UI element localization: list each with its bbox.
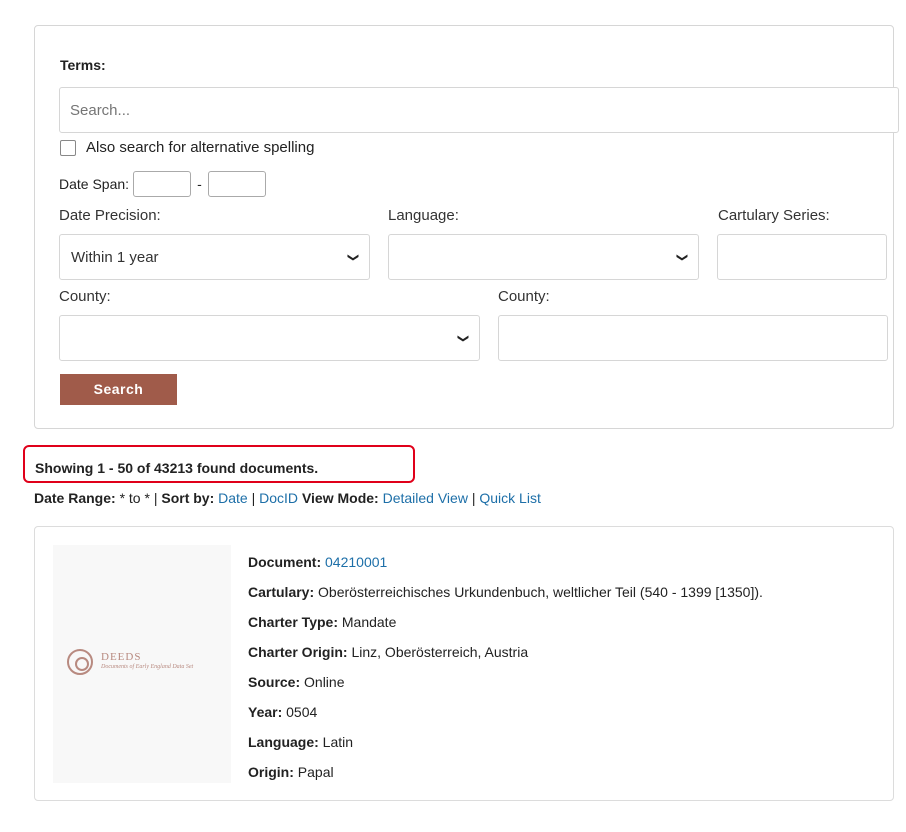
date-precision-label: Date Precision: bbox=[59, 207, 161, 224]
document-card: DEEDS Documents of Early England Data Se… bbox=[34, 526, 894, 801]
document-thumbnail[interactable]: DEEDS Documents of Early England Data Se… bbox=[53, 545, 231, 783]
meta-source: Source: Online bbox=[248, 674, 345, 690]
search-panel: Terms: Also search for alternative spell… bbox=[34, 25, 899, 429]
language-label: Language: bbox=[388, 207, 459, 224]
date-precision-select[interactable]: Within 1 year ❯ bbox=[59, 234, 370, 280]
cartulary-series-select[interactable] bbox=[717, 234, 887, 280]
date-precision-value: Within 1 year bbox=[71, 248, 159, 266]
date-range-value: * to * | bbox=[115, 490, 162, 506]
view-separator: | bbox=[467, 490, 480, 506]
alt-spelling-label: Also search for alternative spelling bbox=[86, 139, 315, 156]
chevron-down-icon: ❯ bbox=[456, 333, 469, 343]
document-id-link[interactable]: 04210001 bbox=[325, 554, 387, 570]
meta-language: Language: Latin bbox=[248, 734, 354, 750]
view-mode-label: View Mode: bbox=[301, 490, 379, 506]
county-select-2[interactable] bbox=[498, 315, 888, 361]
date-range-label: Date Range: bbox=[34, 490, 116, 506]
knot-icon bbox=[67, 649, 93, 675]
terms-label: Terms: bbox=[60, 57, 106, 73]
cartulary-series-label: Cartulary Series: bbox=[718, 207, 830, 224]
results-summary: Showing 1 - 50 of 43213 found documents. bbox=[35, 460, 319, 476]
view-detailed-link[interactable]: Detailed View bbox=[383, 490, 468, 506]
date-span-label: Date Span: bbox=[59, 176, 130, 192]
meta-origin: Origin: Papal bbox=[248, 764, 334, 780]
sort-by-label: Sort by: bbox=[161, 490, 215, 506]
meta-year: Year: 0504 bbox=[248, 704, 318, 720]
meta-cartulary: Cartulary: Oberösterreichisches Urkunden… bbox=[248, 584, 763, 600]
county-label-1: County: bbox=[59, 288, 111, 305]
date-span-separator: - bbox=[197, 176, 202, 192]
search-button[interactable]: Search bbox=[60, 374, 177, 405]
county-label-2: County: bbox=[498, 288, 550, 305]
results-controls: Date Range: * to * | Sort by: Date | Doc… bbox=[34, 490, 541, 506]
logo-subtitle: Documents of Early England Data Set bbox=[101, 664, 194, 670]
county-select-1[interactable]: ❯ bbox=[59, 315, 480, 361]
chevron-down-icon: ❯ bbox=[346, 252, 359, 262]
sort-separator: | bbox=[247, 490, 260, 506]
sort-date-link[interactable]: Date bbox=[218, 490, 248, 506]
deeds-logo: DEEDS Documents of Early England Data Se… bbox=[67, 649, 193, 675]
search-input[interactable] bbox=[59, 87, 899, 133]
date-span-start-input[interactable] bbox=[133, 171, 192, 197]
alt-spelling-row[interactable]: Also search for alternative spelling bbox=[60, 139, 314, 156]
logo-title: DEEDS bbox=[101, 651, 142, 663]
chevron-down-icon: ❯ bbox=[675, 252, 688, 262]
language-select[interactable]: ❯ bbox=[388, 234, 699, 280]
meta-charter-origin: Charter Origin: Linz, Oberösterreich, Au… bbox=[248, 644, 529, 660]
sort-docid-link[interactable]: DocID bbox=[259, 490, 298, 506]
date-span-end-input[interactable] bbox=[207, 171, 266, 197]
alt-spelling-checkbox[interactable] bbox=[60, 139, 76, 156]
date-span-row: Date Span: - bbox=[59, 171, 266, 197]
meta-charter-type: Charter Type: Mandate bbox=[248, 614, 397, 630]
view-quick-link[interactable]: Quick List bbox=[479, 490, 540, 506]
document-meta: Document: 04210001 Cartulary: Oberösterr… bbox=[248, 547, 763, 787]
meta-document: Document: 04210001 bbox=[248, 554, 388, 570]
